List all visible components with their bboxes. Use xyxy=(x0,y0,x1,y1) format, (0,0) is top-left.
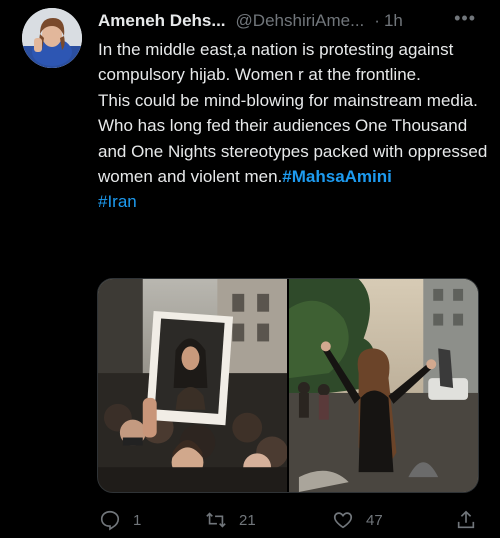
reply-button[interactable]: 1 xyxy=(99,509,141,531)
heart-icon xyxy=(333,512,353,529)
hashtag-iran[interactable]: #Iran xyxy=(98,192,137,211)
like-count: 47 xyxy=(366,511,383,529)
tweet-paragraph-3: #Iran xyxy=(98,189,493,214)
retweet-count: 21 xyxy=(239,511,256,529)
tweet-paragraph-2: This could be mind-blowing for mainstrea… xyxy=(98,88,493,190)
reply-icon xyxy=(100,510,120,531)
retweet-button[interactable]: 21 xyxy=(205,509,256,531)
more-options-icon[interactable]: ••• xyxy=(454,8,476,29)
media-image-2[interactable] xyxy=(289,279,478,492)
timestamp[interactable]: 1h xyxy=(384,11,403,31)
tweet-header: Ameneh Dehs... @DehshiriAme... · 1h ••• xyxy=(98,8,488,32)
media-grid xyxy=(97,278,479,493)
reply-count: 1 xyxy=(133,511,142,529)
separator-dot: · xyxy=(374,11,380,30)
tweet-paragraph-1: In the middle east,a nation is protestin… xyxy=(98,40,454,85)
author-name[interactable]: Ameneh Dehs... xyxy=(98,11,226,31)
avatar[interactable] xyxy=(22,8,82,68)
like-button[interactable]: 47 xyxy=(332,509,383,531)
tweet-text: In the middle east,a nation is protestin… xyxy=(98,37,493,215)
retweet-icon xyxy=(206,512,226,528)
share-icon xyxy=(457,510,475,529)
media-image-1[interactable] xyxy=(98,279,287,492)
tweet[interactable]: Ameneh Dehs... @DehshiriAme... · 1h ••• … xyxy=(0,0,500,538)
tweet-actions: 1 21 47 xyxy=(97,508,479,532)
hashtag-mahsaamini[interactable]: #MahsaAmini xyxy=(282,167,392,186)
author-handle[interactable]: @DehshiriAme... xyxy=(236,11,365,31)
share-button[interactable] xyxy=(455,509,477,531)
